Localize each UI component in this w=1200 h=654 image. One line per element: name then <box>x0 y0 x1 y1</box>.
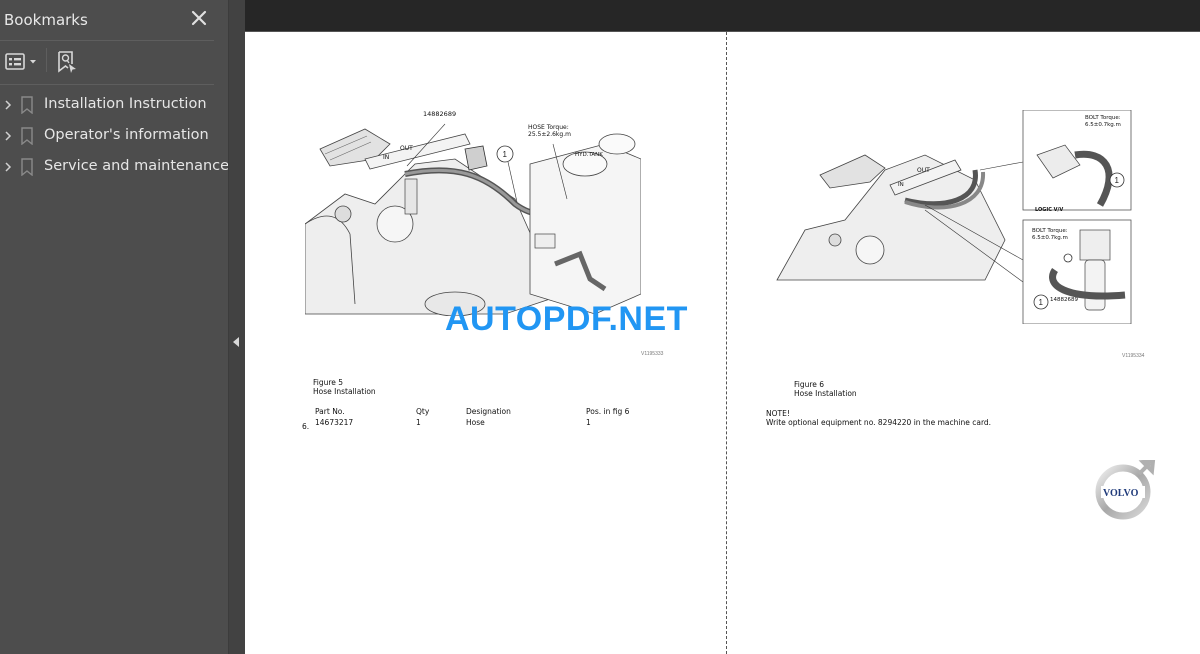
collapse-panel-icon[interactable] <box>230 330 242 354</box>
table-cell-qty: 1 <box>416 418 421 427</box>
table-cell-part-no: 14673217 <box>315 418 354 427</box>
chevron-right-icon[interactable] <box>3 98 13 112</box>
bookmark-label: Installation Instruction <box>44 96 207 112</box>
callout-bolt-torque-top-label: BOLT Torque: <box>1085 115 1121 121</box>
figure-5-title: Figure 5 <box>313 378 344 387</box>
table-cell-position: 1 <box>586 418 591 427</box>
bookmark-service-and-maintenance[interactable]: Service and maintenance <box>0 153 229 181</box>
callout-bolt-torque-bottom-value: 6.5±0.7kg.m <box>1032 235 1068 241</box>
document-toolbar <box>245 0 1200 32</box>
figure-6-reference: V1195334 <box>1122 353 1145 359</box>
bookmark-installation-instruction[interactable]: Installation Instruction <box>0 91 214 119</box>
callout-part-number-right: 14882689 <box>1050 297 1078 303</box>
callout-bolt-torque-bottom-label: BOLT Torque: <box>1032 228 1068 234</box>
callout-hose-torque-label: HOSE Torque: <box>528 124 569 131</box>
note-title: NOTE! <box>766 409 790 418</box>
note-text: Write optional equipment no. 8294220 in … <box>766 418 992 427</box>
svg-text:1: 1 <box>1115 176 1120 185</box>
step-number: 6. <box>302 422 310 431</box>
page-divider <box>726 32 727 654</box>
svg-text:1: 1 <box>1039 298 1044 307</box>
panel-splitter[interactable] <box>228 0 246 654</box>
bookmarks-panel: Bookmarks Installation Instruction Opera… <box>0 0 229 654</box>
bookmark-operators-information[interactable]: Operator's information <box>0 122 214 150</box>
chevron-right-icon[interactable] <box>3 129 13 143</box>
bookmark-label: Service and maintenance <box>44 158 230 174</box>
find-bookmark-icon[interactable] <box>56 50 78 74</box>
toolbar-separator <box>46 48 47 72</box>
bookmark-icon <box>20 158 34 177</box>
figure-6-caption: Hose Installation <box>794 389 857 398</box>
callout-out-right: OUT <box>917 167 930 174</box>
bookmark-label: Operator's information <box>44 127 209 143</box>
bookmarks-toolbar <box>0 41 214 85</box>
figure-5-reference: V1195333 <box>641 351 664 357</box>
callout-in: IN <box>383 154 390 161</box>
close-icon[interactable] <box>188 7 210 29</box>
table-header-part-no: Part No. <box>315 407 345 416</box>
bookmark-icon <box>20 127 34 146</box>
figure-6-title: Figure 6 <box>794 380 825 389</box>
callout-bolt-torque-top-value: 6.5±0.7kg.m <box>1085 122 1121 128</box>
table-cell-designation: Hose <box>466 418 485 427</box>
list-options-icon[interactable] <box>4 52 42 72</box>
bookmarks-title: Bookmarks <box>4 11 88 29</box>
document-viewer[interactable]: 1 14882689 HOSE Torque: 25.5±2.6kg.m HYD… <box>245 32 1200 654</box>
bookmarks-header: Bookmarks <box>0 0 214 41</box>
table-header-position: Pos. in fig 6 <box>586 407 630 416</box>
callout-out: OUT <box>400 145 413 152</box>
figure-6-illustration: 1 1 <box>775 109 1135 325</box>
callout-in-right: IN <box>898 182 904 188</box>
figure-5-caption: Hose Installation <box>313 387 376 396</box>
callout-hose-torque-value: 25.5±2.6kg.m <box>528 131 571 138</box>
table-header-qty: Qty <box>416 407 430 416</box>
chevron-right-icon[interactable] <box>3 160 13 174</box>
table-header-designation: Designation <box>466 407 511 416</box>
svg-text:1: 1 <box>503 150 508 159</box>
figure-5-illustration: 1 <box>304 104 642 317</box>
watermark-text: AUTOPDF.NET <box>445 300 688 338</box>
callout-hyd-tank: HYD.TANK <box>575 152 603 158</box>
callout-logic-valve: LOGIC V/V <box>1035 207 1064 213</box>
volvo-logo: VOLVO <box>1095 458 1159 522</box>
bookmark-icon <box>20 96 34 115</box>
volvo-logo-text: VOLVO <box>1103 488 1139 499</box>
callout-part-number: 14882689 <box>423 110 457 118</box>
